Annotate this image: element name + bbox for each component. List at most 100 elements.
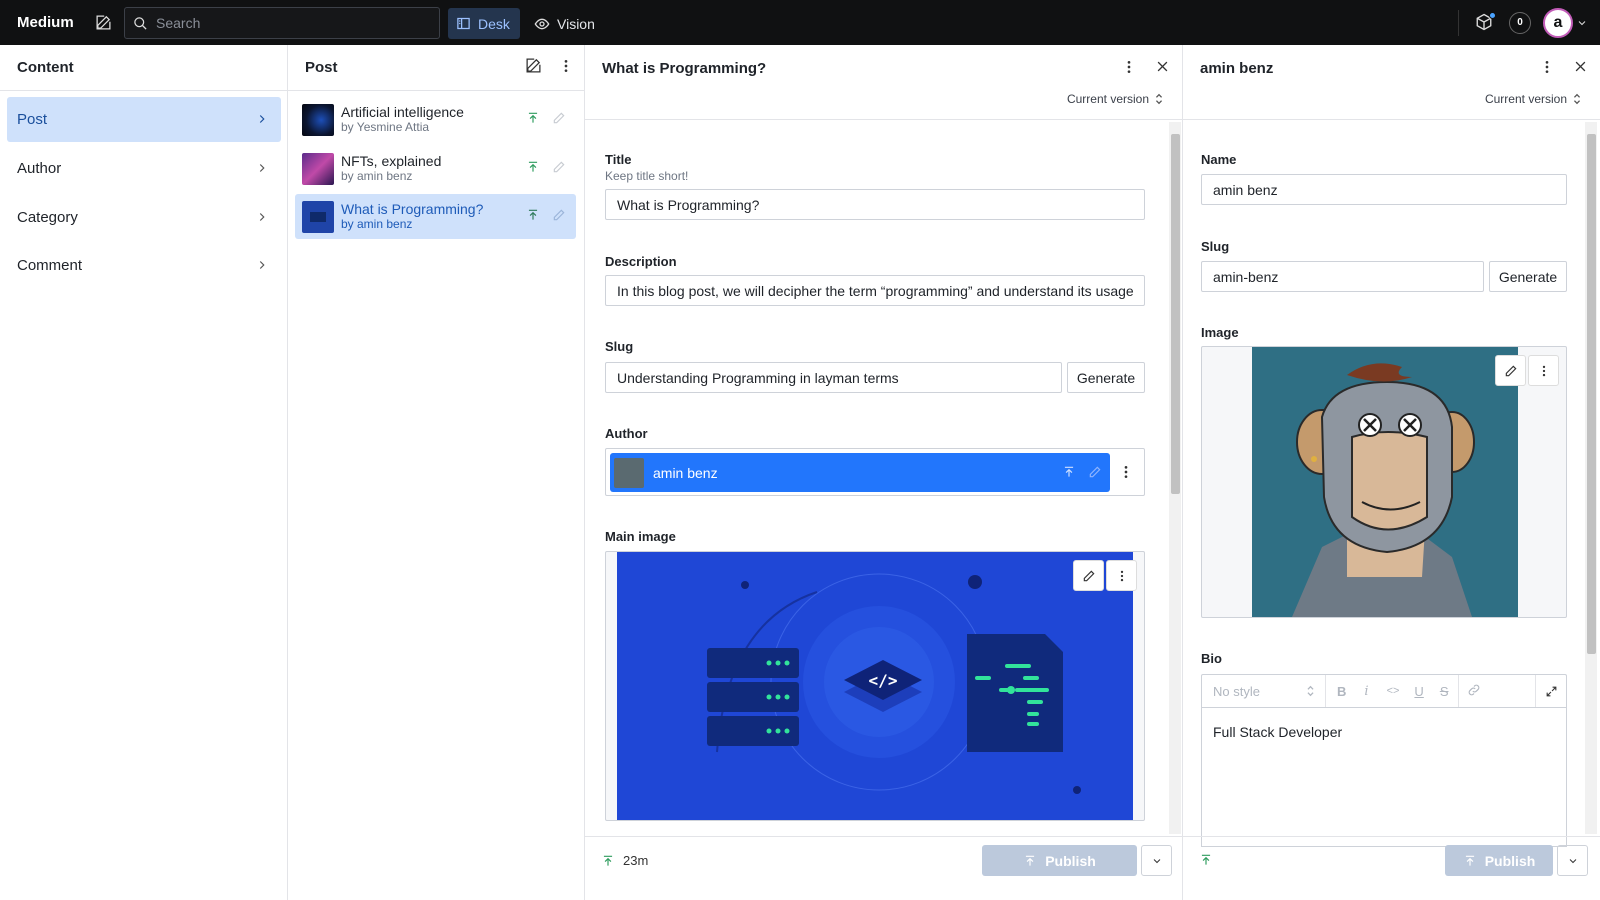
scrollbar[interactable] [1169,122,1181,834]
field-label-main-image: Main image [605,529,676,544]
edit-icon [552,111,566,128]
style-select[interactable]: No style [1202,675,1326,707]
editor-footer: Publish [1183,836,1600,900]
publish-button[interactable]: Publish [982,845,1137,876]
publish-button[interactable]: Publish [1445,845,1553,876]
content-pane: Content Post Author Category Comment [0,45,288,900]
nav-item-label: Category [17,209,78,226]
description-field[interactable]: In this blog post, we will decipher the … [605,275,1145,306]
bio-toolbar: No style B i <> U S [1201,674,1567,707]
bio-editor[interactable]: Full Stack Developer [1201,707,1567,847]
compose-icon[interactable] [525,57,542,74]
published-icon [526,160,540,177]
name-field[interactable]: amin benz [1201,174,1567,205]
publish-menu-button[interactable] [1141,845,1172,876]
more-vertical-icon[interactable] [558,58,574,74]
close-icon[interactable] [1573,59,1588,79]
last-published-time: 23m [623,853,649,868]
editor-footer: 23m Publish [585,836,1182,900]
nav-item-comment[interactable]: Comment [7,243,281,288]
main-image-field: </> [605,551,1145,821]
generate-button[interactable]: Generate [1067,362,1145,393]
published-icon [526,208,540,225]
chevron-down-icon[interactable] [1576,17,1588,29]
list-item-selected[interactable]: What is Programming? by amin benz [295,194,576,239]
underline-icon[interactable]: U [1414,684,1423,699]
content-pane-title: Content [0,45,287,91]
expand-icon[interactable] [1535,675,1566,707]
brand-name[interactable]: Medium [17,14,74,31]
field-label-slug: Slug [1201,239,1230,254]
nav-item-category[interactable]: Category [7,195,281,240]
version-label: Current version [1066,92,1149,106]
document-title: What is Programming? [602,59,767,77]
post-pane-title: Post [305,59,338,76]
document-title: Artificial intelligence [341,103,464,120]
list-item[interactable]: Artificial intelligence by Yesmine Attia [295,97,576,142]
notification-count[interactable]: 0 [1509,11,1531,34]
tool-desk[interactable]: Desk [448,8,520,39]
chevron-right-icon [259,164,265,172]
version-label: Current version [1484,92,1567,106]
chevron-right-icon [259,213,265,221]
field-label-title: Title [605,152,632,167]
edit-image-button[interactable] [1073,560,1104,591]
divider [1458,9,1459,36]
slug-field[interactable]: amin-benz [1201,261,1484,292]
chevron-down-icon [1153,858,1160,863]
slug-field[interactable]: Understanding Programming in layman term… [605,362,1062,393]
document-subtitle: by amin benz [341,216,413,231]
more-vertical-icon[interactable] [1121,59,1137,79]
document-thumbnail [302,152,334,185]
scroll-thumb[interactable] [1587,134,1596,654]
editor-header: amin benz [1183,45,1600,91]
publish-label: Publish [1484,852,1536,869]
nav-item-author[interactable]: Author [7,146,281,191]
chevron-right-icon [259,261,265,269]
last-published-status: 23m [601,853,648,868]
package-icon[interactable] [1475,11,1496,33]
close-icon[interactable] [1155,59,1170,79]
document-title: NFTs, explained [341,152,442,169]
version-selector[interactable]: Current version [1067,92,1164,106]
compose-icon[interactable] [94,13,114,33]
field-label-name: Name [1201,152,1237,167]
tool-vision-label: Vision [557,15,595,32]
search-icon [134,16,147,30]
edit-image-button[interactable] [1495,355,1526,386]
top-navbar: Medium Search Desk Vision 0 a [0,0,1600,45]
scroll-thumb[interactable] [1171,134,1180,494]
field-label-author: Author [605,426,648,441]
svg-text:</>: </> [869,671,898,690]
more-vertical-icon[interactable] [1539,59,1555,79]
chevron-down-icon [1569,858,1576,863]
desk-icon [457,17,470,30]
title-field[interactable]: What is Programming? [605,189,1145,220]
image-menu-button[interactable] [1106,560,1137,591]
tool-vision[interactable]: Vision [526,8,603,39]
strikethrough-icon[interactable]: S [1440,684,1449,699]
document-thumbnail [302,200,334,233]
version-selector[interactable]: Current version [1485,92,1582,106]
image-menu-button[interactable] [1528,355,1559,386]
more-vertical-icon[interactable] [1118,464,1134,483]
avatar[interactable]: a [1543,7,1573,38]
published-icon [1199,853,1213,870]
publish-menu-button[interactable] [1557,845,1588,876]
scrollbar[interactable] [1585,122,1597,834]
tool-desk-label: Desk [478,15,510,32]
bold-icon[interactable]: B [1337,684,1346,699]
italic-icon[interactable]: i [1364,684,1368,699]
author-reference[interactable]: amin benz [610,453,1110,492]
list-item[interactable]: NFTs, explained by amin benz [295,146,576,191]
field-label-image: Image [1201,325,1239,340]
search-input[interactable]: Search [124,7,440,39]
code-icon[interactable]: <> [1387,685,1400,697]
editor-header: What is Programming? [585,45,1182,91]
publish-icon [1026,855,1035,866]
link-icon[interactable] [1467,683,1481,700]
nav-item-post[interactable]: Post [7,97,281,142]
document-editor-pane: What is Programming? Current version Tit… [585,45,1183,900]
publish-icon [1465,855,1474,866]
generate-button[interactable]: Generate [1489,261,1567,292]
